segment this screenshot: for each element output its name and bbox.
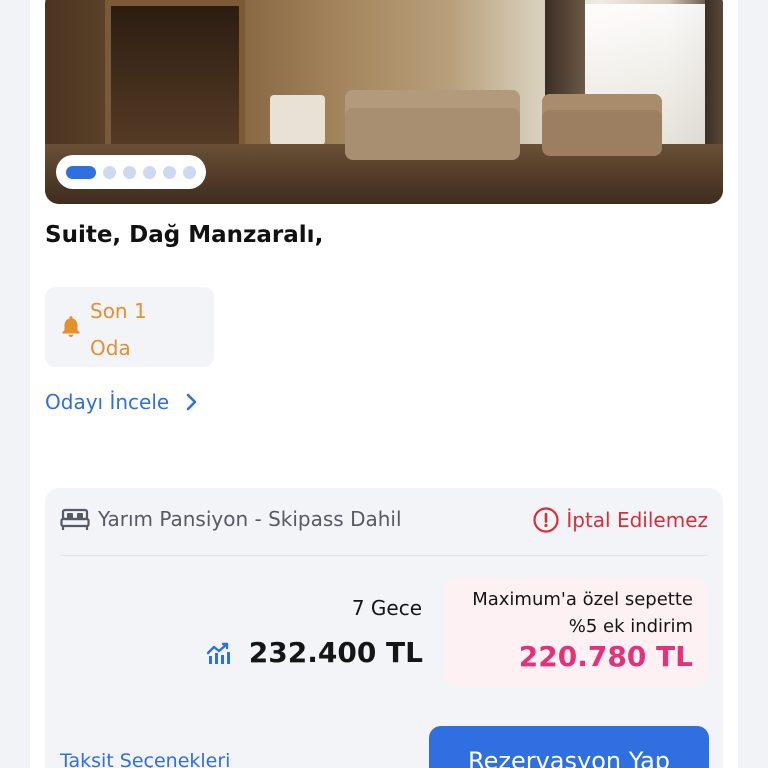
photo-detail [705,0,723,160]
gallery-dot[interactable] [143,165,156,179]
gallery-pagination[interactable] [56,155,206,189]
photo-detail [345,90,520,160]
promo-box: Maximum'a özel sepette %5 ek indirim 220… [445,578,707,688]
cancellation-policy: İptal Edilemez [532,506,708,534]
gallery-dot[interactable] [123,165,136,179]
gallery-dot-active[interactable] [66,165,96,179]
photo-detail [270,95,325,145]
board-type-label: Yarım Pansiyon - Skipass Dahil [98,507,402,531]
review-room-label: Odayı İncele [45,390,170,414]
cancellation-label: İptal Edilemez [566,508,708,532]
gallery-dot[interactable] [103,165,116,179]
rate-option-card: Yarım Pansiyon - Skipass Dahil İptal Edi… [45,488,723,768]
price-row: 232.400 TL [205,636,423,669]
total-price: 232.400 TL [248,636,423,669]
availability-line: Oda [90,336,131,360]
price-trend-icon[interactable] [205,640,233,666]
divider [60,555,708,556]
bell-icon [62,316,80,337]
availability-badge: Son 1 Oda [45,287,214,367]
book-button[interactable]: Rezervasyon Yap [429,726,709,768]
room-title: Suite, Dağ Manzaralı, [45,222,324,248]
promo-price: 220.780 TL [518,640,693,673]
chevron-right-icon [186,393,197,411]
availability-line: Son 1 [90,299,147,323]
availability-text: Son 1 Oda [90,293,200,367]
alert-circle-icon [533,507,559,533]
review-room-link[interactable]: Odayı İncele [45,390,199,414]
photo-detail [542,94,662,156]
bed-icon [60,508,90,530]
promo-text: Maximum'a özel sepette %5 ek indirim [472,589,693,637]
gallery-dot[interactable] [183,165,196,179]
board-type: Yarım Pansiyon - Skipass Dahil [60,506,402,532]
nights-count: 7 Gece [351,596,422,620]
installment-options-link[interactable]: Taksit Seçenekleri [60,750,230,768]
gallery-dot[interactable] [163,165,176,179]
